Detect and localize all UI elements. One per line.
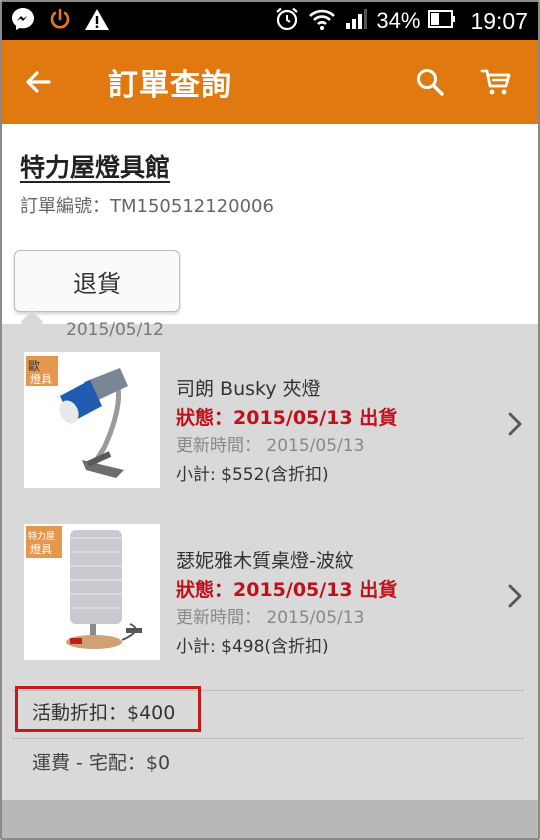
order-item[interactable]: 特力屋 燈具 瑟妮雅木質桌燈-波紋 狀態：2015/05/13 出貨 更新時間：… <box>2 524 538 664</box>
app-bar: 訂單查詢 <box>2 40 538 124</box>
item-updated-time: 更新時間： 2015/05/13 <box>176 608 365 628</box>
discount-amount: 活動折扣：$400 <box>32 702 176 724</box>
cart-icon <box>480 69 511 95</box>
svg-text:燈具: 燈具 <box>30 542 52 556</box>
order-item[interactable]: 歐 燈具 司朗 Busky 夾燈 狀態：2015/05/13 出貨 更新時間： … <box>2 352 538 492</box>
item-subtotal: 小計: $552(含折扣) <box>176 465 329 485</box>
product-image: 特力屋 燈具 <box>24 524 160 660</box>
shipping-fee: 運費 - 宅配：$0 <box>32 752 171 774</box>
order-header: 特力屋燈具館 訂單編號：TM150512120006 退貨 <box>2 124 538 324</box>
item-status: 狀態：2015/05/13 出貨 <box>176 407 398 429</box>
back-arrow-icon <box>26 71 51 93</box>
divider <box>12 738 524 739</box>
order-number: 訂單編號：TM150512120006 <box>20 196 274 217</box>
product-image: 歐 燈具 <box>24 352 160 488</box>
bottom-bar <box>2 800 538 838</box>
battery-icon <box>428 8 456 34</box>
status-bar: 34% 19:07 <box>2 2 538 40</box>
signal-icon <box>344 7 368 35</box>
chevron-right-icon <box>508 584 522 608</box>
power-icon <box>48 7 72 35</box>
store-name-link[interactable]: 特力屋燈具館 <box>20 148 170 184</box>
warning-icon <box>84 7 110 35</box>
back-button[interactable] <box>2 40 74 124</box>
item-status: 狀態：2015/05/13 出貨 <box>176 579 398 601</box>
item-name: 司朗 Busky 夾燈 <box>176 378 321 400</box>
wifi-icon <box>308 7 336 35</box>
clock: 19:07 <box>470 7 528 34</box>
return-button[interactable]: 退貨 <box>14 250 180 312</box>
search-icon <box>417 69 444 96</box>
cart-button[interactable] <box>476 62 516 102</box>
messenger-icon <box>10 6 36 36</box>
item-subtotal: 小計: $498(含折扣) <box>176 637 329 657</box>
chevron-right-icon <box>508 412 522 436</box>
phone-screen: 34% 19:07 訂單查詢 特力屋燈具館 訂單編號：TM15051212000… <box>0 0 540 840</box>
battery-percent: 34% <box>376 8 421 33</box>
item-name: 瑟妮雅木質桌燈-波紋 <box>176 550 354 572</box>
item-updated-time: 更新時間： 2015/05/13 <box>176 436 365 456</box>
order-items-panel: 2015/05/12 歐 燈具 司朗 Busky 夾燈 狀態：2015/05/1… <box>2 310 538 838</box>
svg-text:特力屋: 特力屋 <box>28 530 55 542</box>
order-date: 2015/05/12 <box>66 320 164 340</box>
search-button[interactable] <box>410 62 450 102</box>
svg-text:歐: 歐 <box>28 358 40 373</box>
page-title: 訂單查詢 <box>108 68 232 103</box>
svg-text:燈具: 燈具 <box>30 372 52 386</box>
alarm-icon <box>274 6 300 36</box>
